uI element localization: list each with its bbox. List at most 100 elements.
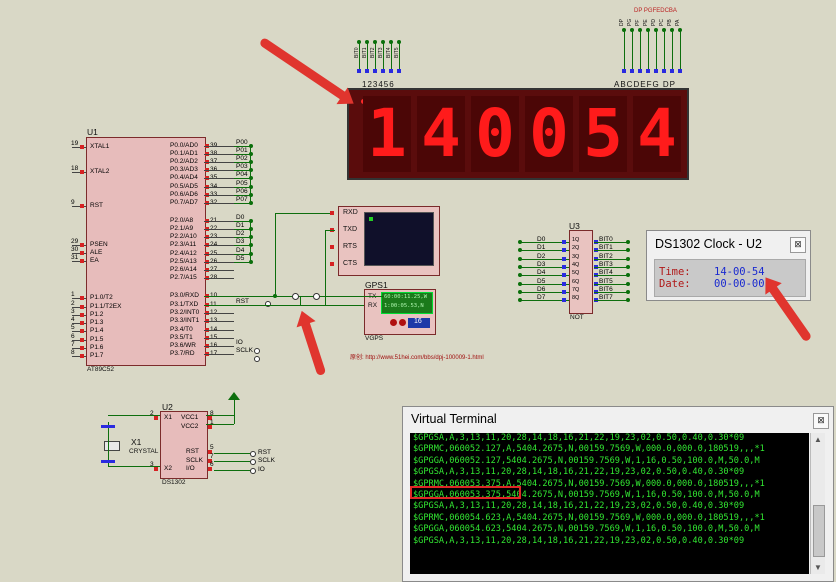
u1-net-terminal	[254, 348, 260, 354]
u3-in-label: D3	[537, 260, 546, 268]
u3-in-pin	[562, 289, 566, 294]
seg-pin	[670, 69, 674, 73]
u1-left-pin-num: 1	[71, 291, 75, 298]
u1-left-pin-name: XTAL1	[90, 143, 110, 150]
u2-part: DS1302	[162, 479, 186, 486]
u1-net-label: D5	[236, 255, 245, 262]
u1-net-label: D4	[236, 247, 245, 254]
junction-dot	[273, 294, 277, 298]
u2-net-label: IO	[258, 465, 265, 473]
u1-right-pin-line	[204, 203, 234, 204]
u1-net-terminal	[254, 356, 260, 362]
ds1302-popup[interactable]: DS1302 Clock - U2 ⊠ Time: 14-00-54 Date:…	[646, 230, 811, 301]
terminal-output[interactable]: $GPGSA,A,3,13,11,20,28,14,18,16,21,22,19…	[410, 433, 809, 574]
u1-left-pin-marker	[80, 305, 84, 309]
u1-right-pin-name: P0.4/AD4	[170, 174, 198, 181]
u1-net-label: D1	[236, 222, 245, 229]
wire-segment	[234, 178, 250, 179]
u1-left-pin-name: PSEN	[90, 241, 108, 248]
u1-left-pin-num: 7	[71, 341, 75, 348]
bit-pin	[365, 69, 369, 73]
popup-content: Time: 14-00-54 Date: 00-00-00	[654, 259, 806, 297]
wire-segment	[234, 195, 250, 196]
u1-left-pin-num: 6	[71, 333, 75, 340]
u1-right-pin-name: P0.6/AD6	[170, 191, 198, 198]
terminal-close-button[interactable]: ⊠	[813, 413, 829, 429]
wire-segment	[275, 213, 330, 214]
u1-right-pin-line	[204, 229, 234, 230]
u3-in-pin	[562, 240, 566, 244]
u1-right-pin-line	[204, 321, 234, 322]
u2-pin-marker	[208, 425, 212, 429]
u1-net-terminal	[265, 301, 271, 307]
u1-right-pin-line	[204, 270, 234, 271]
u1-right-pin-name: P2.1/A9	[170, 225, 194, 232]
u3-in-pin	[562, 281, 566, 286]
popup-title: DS1302 Clock - U2	[655, 237, 762, 251]
u1-net-label: SCLK	[236, 347, 253, 354]
u3-in-label: D5	[537, 277, 546, 285]
u3-in-pin	[562, 256, 566, 261]
seg-label: PF	[635, 19, 641, 26]
u1-right-pin-line	[204, 162, 234, 163]
u1-net-label: D0	[236, 214, 245, 221]
seg-wire	[672, 30, 673, 72]
seg-wire	[664, 30, 665, 72]
u1-left-pin-marker	[80, 313, 84, 317]
bit-label: BIT0	[354, 47, 360, 58]
seg-wire	[624, 30, 625, 72]
scroll-down-icon[interactable]: ▼	[814, 563, 822, 572]
crystal-symbol[interactable]	[104, 441, 120, 451]
bit-pin	[381, 69, 385, 73]
seg-wire	[656, 30, 657, 72]
u1-right-pin-line	[204, 237, 234, 238]
u2-net-label: SCLK	[258, 457, 275, 465]
u2-net-terminal	[250, 451, 256, 457]
bit-dot	[389, 40, 393, 44]
u1-right-pin-name: P2.5/A13	[170, 258, 197, 265]
uart-cursor	[369, 217, 373, 221]
x1-part: CRYSTAL	[129, 448, 159, 455]
wire-segment	[325, 230, 335, 231]
cap-lower	[101, 460, 115, 463]
scroll-thumb[interactable]	[813, 505, 825, 557]
wire-segment	[234, 237, 250, 238]
u3-q-label: 3Q	[572, 253, 580, 260]
seg-dot	[670, 28, 674, 32]
u1-net-label: P04	[236, 171, 248, 178]
seven-segment-display[interactable]: 140054	[347, 88, 689, 180]
seg-dot	[630, 28, 634, 32]
gps-sat-count: 16	[408, 318, 430, 328]
wire-segment	[275, 213, 276, 297]
u1-net-label: D3	[236, 238, 245, 245]
u3-out-dot	[626, 248, 630, 253]
u3-out-wire	[594, 250, 628, 252]
terminal-scrollbar[interactable]: ▲ ▼	[810, 433, 825, 574]
bit-label: BIT4	[386, 47, 392, 58]
u3-out-wire	[594, 275, 628, 277]
u1-right-pin-line	[204, 338, 234, 339]
seg-label: PA	[675, 19, 681, 26]
wire-segment	[234, 245, 250, 246]
u1-left-pin-num: 4	[71, 316, 75, 323]
u1-right-pin-name: P0.7/AD7	[170, 199, 198, 206]
time-label: Time:	[659, 266, 691, 278]
scroll-up-icon[interactable]: ▲	[814, 435, 822, 444]
wire-segment	[300, 296, 301, 306]
uart-pin-marker	[330, 262, 334, 266]
u1-left-pin-name: P1.0/T2	[90, 294, 113, 301]
terminal-line: $GPGGA,060054.623,5404.2675,N,00159.7569…	[413, 524, 760, 535]
u3-q-label: 7Q	[572, 286, 580, 293]
seg-dot	[678, 28, 682, 32]
u1-net-label: P07	[236, 196, 248, 203]
u1-net-label: P02	[236, 155, 248, 162]
segment-digit: 1	[363, 96, 411, 172]
wire-segment	[108, 415, 160, 416]
u3-q-label: 2Q	[572, 245, 580, 252]
u3-out-dot	[626, 298, 630, 303]
wire-segment	[206, 415, 234, 416]
popup-close-button[interactable]: ⊠	[790, 237, 806, 253]
terminal-line: $GPGSA,A,3,13,11,20,28,14,18,16,21,22,19…	[413, 467, 745, 478]
uart-pin-label: CTS	[343, 260, 357, 267]
u1-left-pin-marker	[80, 338, 84, 342]
